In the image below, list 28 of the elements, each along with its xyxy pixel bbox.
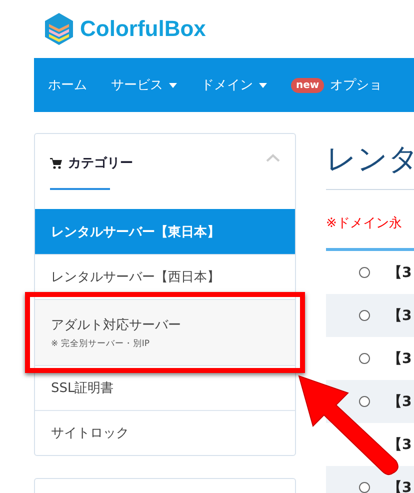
notice-text: ※ドメイン永 (326, 215, 403, 232)
category-item[interactable]: SSL証明書 (35, 365, 295, 410)
radio-button[interactable] (359, 267, 370, 278)
plan-name: 【3 (388, 350, 412, 368)
item-note: ※ 完全別サーバー・別IP (51, 338, 150, 350)
nav-link[interactable]: ホーム (48, 76, 87, 94)
plan-name: 【3 (388, 436, 412, 454)
category-item[interactable]: サイトロック (35, 410, 295, 455)
card-title: カテゴリー (68, 155, 134, 172)
page-heading: レンタ (326, 141, 414, 179)
logo-text[interactable]: ColorfulBox (80, 16, 206, 42)
category-item[interactable]: レンタルサーバー【東日本】 (35, 209, 295, 254)
item-label: アダルト対応サーバー (51, 316, 182, 334)
plan-name: 【3 (388, 392, 412, 410)
new-badge: new (291, 78, 324, 92)
plan-name: 【3 (388, 306, 412, 324)
radio-button[interactable] (359, 482, 370, 493)
plan-name: 【3 (388, 264, 412, 282)
radio-button[interactable] (359, 310, 370, 321)
radio-button[interactable] (359, 353, 370, 364)
cube-logo-icon (44, 12, 74, 46)
category-item[interactable]: アダルト対応サーバー ※ 完全別サーバー・別IP (35, 299, 295, 365)
nav-link[interactable]: ドメイン (201, 76, 267, 94)
plan-name: 【3 (388, 478, 412, 493)
nav-link[interactable]: new オプショ (291, 76, 382, 94)
nav-link[interactable]: サービス (111, 76, 177, 94)
radio-button[interactable] (359, 396, 370, 407)
cart-icon (50, 158, 62, 168)
